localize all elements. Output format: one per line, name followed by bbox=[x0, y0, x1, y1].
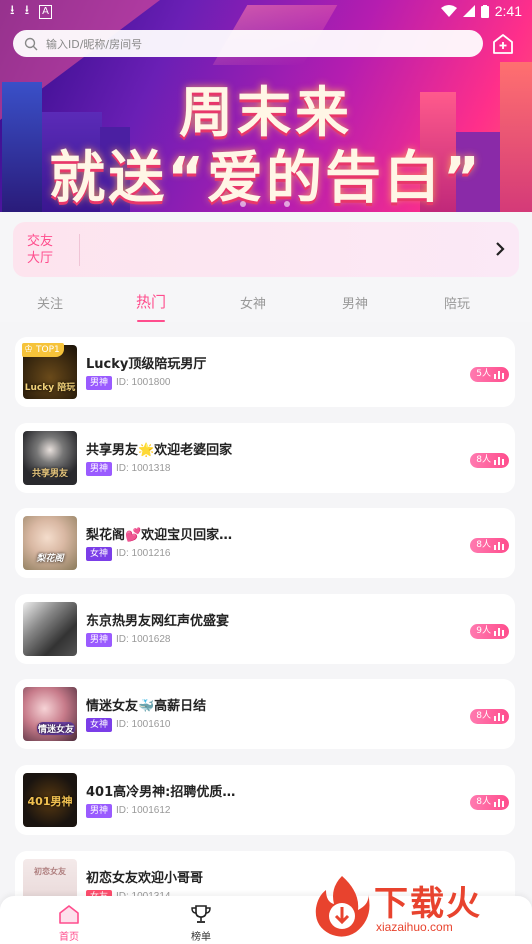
thumbnail-text: 401男神 bbox=[27, 795, 73, 808]
home-icon bbox=[59, 905, 79, 924]
audio-bars-icon bbox=[494, 542, 504, 550]
download-icon: ⭳ bbox=[24, 3, 30, 18]
room-card[interactable]: 梨花阁 梨花阁💕欢迎宝贝回家… 女神 ID: 1001216 8人 bbox=[15, 508, 515, 578]
nav-home[interactable]: 首页 bbox=[39, 896, 99, 944]
tab-goddess[interactable]: 女神 bbox=[202, 286, 304, 322]
room-tag: 男神 bbox=[86, 376, 113, 390]
signal-icon bbox=[462, 5, 475, 17]
trophy-icon bbox=[191, 905, 211, 923]
online-count: 8人 bbox=[476, 455, 491, 465]
nav-ranking-label: 榜单 bbox=[191, 932, 211, 943]
room-id: ID: 1001610 bbox=[116, 719, 171, 730]
top-rank-badge: TOP1 bbox=[22, 343, 64, 357]
online-count: 8人 bbox=[476, 711, 491, 721]
banner-pager bbox=[240, 201, 290, 207]
audio-bars-icon bbox=[494, 799, 504, 807]
room-thumbnail: 梨花阁 bbox=[23, 516, 77, 570]
battery-icon bbox=[480, 4, 489, 18]
promo-banner[interactable]: ⭳ ⭳ A 2:41 输入ID/昵称/房间号 周末来 就送“爱的告白” bbox=[0, 0, 532, 212]
online-count-badge: 9人 bbox=[470, 624, 509, 639]
thumbnail-text: 情迷女友 bbox=[37, 722, 75, 735]
tab-hot[interactable]: 热门 bbox=[100, 286, 202, 322]
social-hall-title: 交友大厅 bbox=[27, 233, 54, 266]
room-id: ID: 1001800 bbox=[116, 377, 171, 388]
room-id: ID: 1001628 bbox=[116, 634, 171, 645]
room-thumbnail: 401男神 bbox=[23, 773, 77, 827]
thumbnail-text: 初恋女友 bbox=[34, 867, 66, 876]
room-tag: 男神 bbox=[86, 804, 113, 818]
category-tabs: 关注 热门 女神 男神 陪玩 bbox=[0, 286, 532, 322]
room-card[interactable]: Lucky 陪玩 TOP1 Lucky顶级陪玩男厅 男神 ID: 1001800… bbox=[15, 337, 515, 407]
app-notification-icon: A bbox=[39, 5, 52, 19]
room-title: 401高冷男神:招聘优质… bbox=[86, 785, 236, 800]
online-count-badge: 5人 bbox=[470, 367, 509, 382]
online-count: 9人 bbox=[476, 626, 491, 636]
thumbnail-text: 共享男友 bbox=[31, 469, 68, 479]
room-tag: 男神 bbox=[86, 633, 113, 647]
room-thumbnail: 共享男友 bbox=[23, 431, 77, 485]
room-id: ID: 1001612 bbox=[116, 805, 171, 816]
online-count-badge: 8人 bbox=[470, 538, 509, 553]
chevron-right-icon bbox=[496, 242, 505, 256]
flame-logo-icon bbox=[315, 876, 370, 937]
search-input[interactable]: 输入ID/昵称/房间号 bbox=[46, 36, 142, 52]
download-icon: ⭳ bbox=[10, 3, 15, 18]
room-tag: 女神 bbox=[86, 718, 113, 732]
nav-ranking[interactable]: 榜单 bbox=[171, 896, 231, 944]
room-thumbnail bbox=[23, 602, 77, 656]
online-count-badge: 8人 bbox=[470, 795, 509, 810]
search-icon bbox=[24, 37, 38, 50]
room-title: 东京热男友网红声优盛宴 bbox=[86, 614, 230, 629]
room-title: 共享男友🌟欢迎老婆回家 bbox=[86, 443, 233, 458]
online-count-badge: 8人 bbox=[470, 453, 509, 468]
audio-bars-icon bbox=[494, 457, 504, 465]
room-title: 情迷女友🐳高薪日结 bbox=[86, 699, 207, 714]
online-count: 5人 bbox=[476, 369, 491, 379]
online-count: 8人 bbox=[476, 797, 491, 807]
audio-bars-icon bbox=[494, 713, 504, 721]
online-count-badge: 8人 bbox=[470, 709, 509, 724]
room-title: 梨花阁💕欢迎宝贝回家… bbox=[86, 528, 233, 543]
status-bar: ⭳ ⭳ A 2:41 bbox=[0, 0, 532, 24]
room-title: 初恋女友欢迎小哥哥 bbox=[86, 871, 204, 886]
create-room-icon[interactable] bbox=[491, 32, 515, 56]
nav-home-label: 首页 bbox=[59, 932, 79, 943]
room-id: ID: 1001318 bbox=[116, 463, 171, 474]
room-card[interactable]: 401男神 401高冷男神:招聘优质… 男神 ID: 1001612 8人 bbox=[15, 765, 515, 835]
thumbnail-text: Lucky 陪玩 bbox=[24, 383, 76, 393]
status-time: 2:41 bbox=[494, 3, 522, 19]
search-bar[interactable]: 输入ID/昵称/房间号 bbox=[13, 30, 483, 57]
room-id: ID: 1001216 bbox=[116, 548, 171, 559]
room-tag: 女神 bbox=[86, 547, 113, 561]
watermark: 下载火 xiazaihuo.com bbox=[312, 872, 527, 942]
room-card[interactable]: 共享男友 共享男友🌟欢迎老婆回家 男神 ID: 1001318 8人 bbox=[15, 423, 515, 493]
watermark-brand: 下载火 bbox=[374, 884, 482, 924]
tab-follow[interactable]: 关注 bbox=[0, 286, 100, 322]
audio-bars-icon bbox=[494, 628, 504, 636]
room-title: Lucky顶级陪玩男厅 bbox=[86, 357, 207, 372]
watermark-url: xiazaihuo.com bbox=[376, 920, 453, 934]
tab-companion[interactable]: 陪玩 bbox=[406, 286, 508, 322]
room-tag: 男神 bbox=[86, 462, 113, 476]
pager-dot bbox=[284, 201, 290, 207]
room-card[interactable]: 情迷女友 情迷女友🐳高薪日结 女神 ID: 1001610 8人 bbox=[15, 679, 515, 749]
divider bbox=[79, 233, 80, 266]
online-count: 8人 bbox=[476, 540, 491, 550]
tab-god[interactable]: 男神 bbox=[304, 286, 406, 322]
pager-dot bbox=[240, 201, 246, 207]
wifi-icon bbox=[440, 5, 457, 17]
audio-bars-icon bbox=[494, 371, 504, 379]
room-thumbnail: 情迷女友 bbox=[23, 687, 77, 741]
room-card[interactable]: 东京热男友网红声优盛宴 男神 ID: 1001628 9人 bbox=[15, 594, 515, 664]
social-hall-card[interactable]: 交友大厅 bbox=[13, 222, 519, 277]
thumbnail-text: 梨花阁 bbox=[36, 554, 64, 564]
